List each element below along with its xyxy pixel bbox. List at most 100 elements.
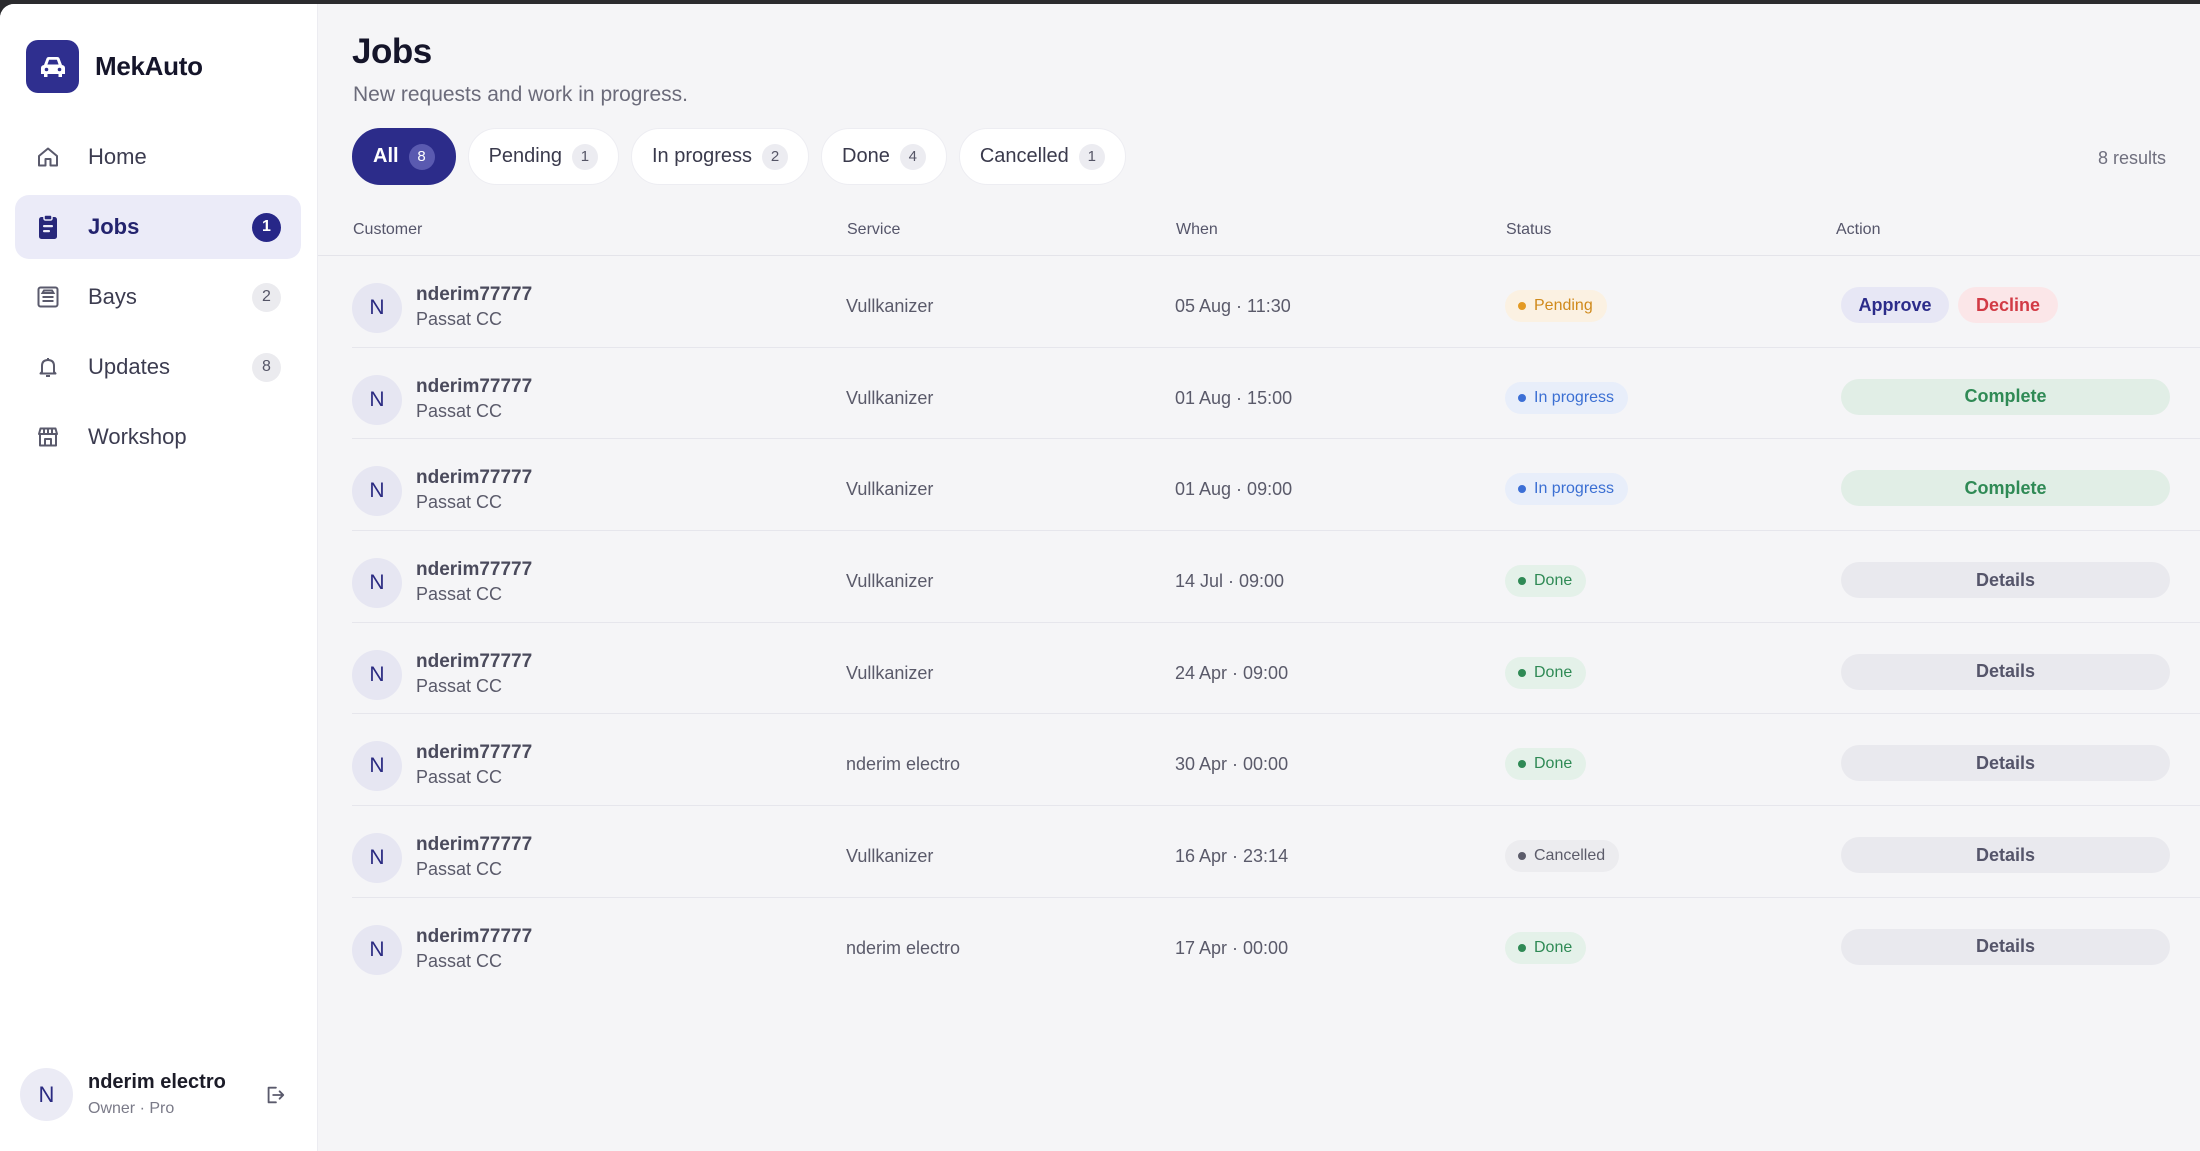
clipboard-icon (34, 213, 62, 241)
status-label: Done (1534, 755, 1573, 773)
status-label: In progress (1534, 388, 1615, 406)
sidebar-item-updates[interactable]: Updates 8 (15, 335, 301, 399)
decline-button[interactable]: Decline (1958, 287, 2058, 323)
customer-name: nderim77777 (416, 834, 533, 856)
sidebar-item-label: Home (88, 144, 147, 169)
sidebar-item-workshop[interactable]: Workshop (15, 405, 301, 469)
filter-tab-cancelled[interactable]: Cancelled 1 (958, 128, 1126, 185)
table-row[interactable]: Nnderim77777 Passat CC Vullkanizer 14 Jul ·… (352, 531, 2200, 623)
store-icon (34, 423, 62, 451)
brand[interactable]: MekAuto (26, 40, 203, 93)
row-actions: Complete (1841, 470, 2170, 507)
customer-name: nderim77777 (416, 925, 533, 947)
details-button[interactable]: Details (1841, 653, 2170, 690)
when-cell: 24 Apr · 09:00 (1175, 662, 1289, 683)
service-cell: nderim electro (846, 937, 961, 958)
status-dot-icon (1518, 302, 1526, 310)
row-actions: Approve Decline (1841, 287, 2170, 323)
customer-car: Passat CC (416, 950, 503, 971)
status-label: Done (1534, 938, 1573, 956)
details-button[interactable]: Details (1841, 562, 2170, 599)
table-row[interactable]: Nnderim77777 Passat CC Vullkanizer 16 Apr ·… (352, 806, 2200, 898)
sidebar-item-label: Updates (88, 354, 170, 379)
row-actions: Details (1841, 745, 2170, 782)
customer-car: Passat CC (416, 675, 503, 696)
status-badge: Done (1505, 931, 1587, 964)
sidebar-item-bays[interactable]: Bays 2 (15, 265, 301, 329)
filter-tab-label: Cancelled (979, 145, 1069, 167)
complete-button[interactable]: Complete (1841, 378, 2170, 415)
customer-name: nderim77777 (416, 375, 533, 397)
table-row[interactable]: Nnderim77777 Passat CC Vullkanizer 01 Aug ·… (352, 439, 2200, 532)
sidebar-item-jobs[interactable]: Jobs 1 (15, 195, 301, 259)
car-icon (26, 40, 79, 93)
sidebar-item-badge: 2 (252, 282, 281, 312)
column-header-service: Service (847, 221, 901, 238)
customer-car: Passat CC (416, 400, 503, 421)
details-button[interactable]: Details (1841, 745, 2170, 782)
status-badge: Done (1505, 565, 1587, 598)
table-row[interactable]: Nnderim77777 Passat CC nderim electro 17 Ap… (352, 898, 2200, 990)
avatar: N (352, 741, 402, 792)
table-row[interactable]: Nnderim77777 Passat CC Vullkanizer 05 Aug ·… (352, 256, 2200, 348)
status-dot-icon (1518, 577, 1526, 586)
status-dot-icon (1518, 852, 1526, 861)
row-actions: Details (1841, 562, 2170, 599)
service-cell: Vullkanizer (846, 571, 934, 592)
row-actions: Details (1841, 653, 2170, 690)
status-label: Done (1534, 663, 1573, 681)
filter-tab-label: All (373, 145, 399, 167)
service-cell: Vullkanizer (846, 296, 934, 316)
customer-name: nderim77777 (416, 650, 533, 672)
customer-car: Passat CC (416, 767, 503, 788)
complete-button[interactable]: Complete (1841, 470, 2170, 507)
customer-name: nderim77777 (416, 742, 533, 764)
column-header-action: Action (1836, 221, 1881, 238)
status-badge: Done (1505, 748, 1587, 781)
sidebar: MekAuto Home Jobs 1 Bays 2 Updates 8 Wor… (0, 4, 318, 1151)
filter-tab-count: 1 (1078, 143, 1105, 170)
table-row[interactable]: Nnderim77777 Passat CC Vullkanizer 24 Apr ·… (352, 623, 2200, 715)
column-header-customer: Customer (353, 221, 423, 238)
service-cell: Vullkanizer (846, 387, 934, 408)
filter-tab-count: 4 (899, 143, 926, 170)
jobs-table-body: Nnderim77777 Passat CC Vullkanizer 05 Aug ·… (352, 256, 2200, 990)
user-role: Owner · Pro (88, 1100, 175, 1117)
service-cell: Vullkanizer (846, 662, 934, 683)
details-button[interactable]: Details (1841, 928, 2170, 965)
sidebar-item-label: Jobs (88, 214, 140, 239)
table-header: Customer Service When Status Action (318, 206, 2200, 256)
approve-button[interactable]: Approve (1841, 287, 1949, 323)
avatar: N (352, 283, 402, 333)
status-filter-tabs: All 8 Pending 1 In progress 2 Done 4 Can… (352, 128, 1138, 185)
sidebar-item-label: Workshop (88, 424, 187, 449)
column-header-status: Status (1506, 221, 1552, 238)
filter-tab-count: 8 (408, 143, 435, 170)
status-label: In progress (1534, 480, 1615, 498)
logout-icon[interactable] (260, 1080, 290, 1110)
table-row[interactable]: Nnderim77777 Passat CC Vullkanizer 01 Aug ·… (352, 348, 2200, 440)
sidebar-item-label: Bays (88, 284, 137, 309)
table-row[interactable]: Nnderim77777 Passat CC nderim electro 30 Ap… (352, 714, 2200, 807)
app-window: MekAuto Home Jobs 1 Bays 2 Updates 8 Wor… (0, 4, 2200, 1151)
details-button[interactable]: Details (1841, 837, 2170, 874)
status-badge: Cancelled (1505, 840, 1620, 873)
filter-tab-count: 1 (571, 143, 598, 170)
when-cell: 17 Apr · 00:00 (1175, 937, 1289, 958)
bell-icon (34, 353, 62, 381)
status-dot-icon (1518, 485, 1526, 494)
when-cell: 16 Apr · 23:14 (1175, 846, 1289, 867)
sidebar-item-home[interactable]: Home (15, 125, 301, 189)
avatar[interactable]: N (20, 1068, 73, 1121)
status-badge: In progress (1505, 473, 1629, 506)
customer-name: nderim77777 (416, 467, 533, 489)
filter-tab-in-progress[interactable]: In progress 2 (630, 128, 810, 185)
user-info: nderim electro Owner · Pro (88, 1071, 260, 1118)
filter-tab-all[interactable]: All 8 (352, 128, 456, 185)
filter-tab-label: Pending (488, 145, 562, 167)
filter-tab-done[interactable]: Done 4 (821, 128, 947, 185)
status-label: Done (1534, 572, 1573, 590)
customer-car: Passat CC (416, 492, 503, 513)
filter-tab-pending[interactable]: Pending 1 (467, 128, 619, 185)
avatar: N (352, 374, 402, 425)
